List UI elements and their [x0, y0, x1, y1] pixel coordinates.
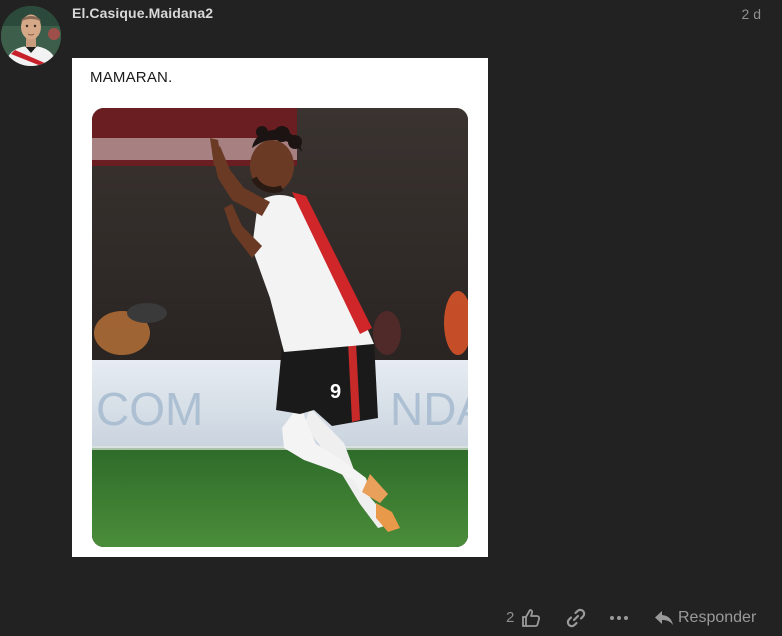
post-content: MAMARAN. COM ND 9	[72, 58, 488, 557]
post-text: MAMARAN.	[90, 69, 173, 86]
reply-button[interactable]: Responder	[654, 607, 756, 629]
soccer-player-photo: COM NDA 9	[92, 108, 468, 547]
like-button[interactable]	[520, 607, 542, 629]
ellipsis-icon	[610, 616, 628, 620]
jersey-number: 9	[330, 381, 341, 403]
avatar[interactable]	[1, 6, 61, 66]
more-options-button[interactable]	[607, 607, 631, 629]
banner-text-left: COM	[96, 383, 203, 435]
banner-text-right: NDA	[390, 383, 468, 435]
reply-arrow-icon	[655, 611, 673, 625]
username[interactable]: El.Casique.Maidana2	[72, 5, 213, 21]
link-icon	[566, 608, 586, 628]
avatar-image	[1, 6, 61, 66]
post-date[interactable]: 2 d	[742, 6, 761, 22]
post-image[interactable]: COM NDA 9	[92, 108, 468, 547]
post-actions: 2 Responder	[0, 604, 782, 632]
thumbs-up-icon	[522, 609, 541, 627]
post: El.Casique.Maidana2 2 d MAMARAN. COM ND …	[0, 0, 782, 636]
share-link-button[interactable]	[565, 607, 587, 629]
like-count[interactable]: 2	[506, 609, 514, 626]
reply-label: Responder	[678, 609, 757, 626]
